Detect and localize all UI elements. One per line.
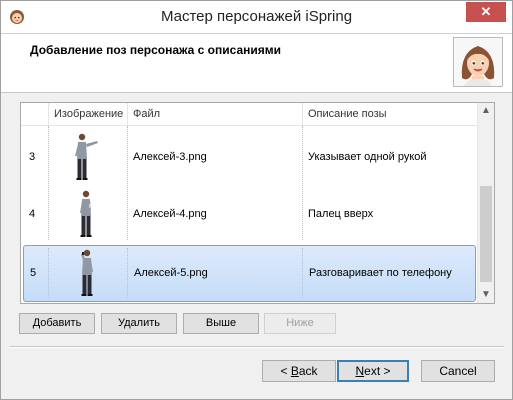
back-button-label: ack (298, 364, 318, 378)
delete-pose-button[interactable]: Удалить (101, 313, 177, 334)
scrollbar-thumb[interactable] (480, 186, 492, 282)
column-header-description[interactable]: Описание позы (308, 108, 387, 120)
column-header-file[interactable]: Файл (133, 108, 160, 120)
poses-table[interactable]: Изображение Файл Описание позы 3 Алексей… (20, 102, 495, 304)
back-button-mnemonic: B (290, 364, 299, 378)
title-bar: Мастер персонажей iSpring ✕ (1, 1, 512, 34)
footer-divider (9, 346, 504, 348)
row-number: 5 (30, 267, 37, 279)
row-file-name: Алексей-3.png (133, 151, 207, 163)
table-row-selected[interactable]: 5 Алексей-5.png Разговаривает по телефон… (23, 245, 476, 302)
next-button-label: ext > (364, 364, 391, 378)
window-title: Мастер персонажей iSpring (160, 8, 353, 25)
column-header-image[interactable]: Изображение (54, 108, 123, 120)
wizard-header: Добавление поз персонажа с описаниями (1, 34, 512, 93)
back-button-prefix: < (280, 364, 291, 378)
column-divider (127, 248, 128, 298)
close-icon: ✕ (480, 4, 492, 19)
next-button[interactable]: Next > (337, 360, 409, 382)
row-pose-description: Разговаривает по телефону (309, 267, 452, 279)
add-pose-button[interactable]: Добавить (19, 313, 95, 334)
column-divider (48, 248, 49, 298)
female-character-avatar-icon (453, 37, 503, 87)
row-file-name: Алексей-5.png (134, 267, 208, 279)
scroll-down-arrow-icon[interactable]: ▼ (478, 287, 494, 303)
character-pose-thumbnail (81, 249, 93, 296)
back-button[interactable]: < Back (262, 360, 336, 382)
character-pose-thumbnail (80, 190, 92, 237)
column-divider[interactable] (127, 103, 128, 125)
row-pose-description: Указывает одной рукой (308, 151, 427, 163)
table-row[interactable]: 4 Алексей-4.png Палец вверх (21, 186, 478, 243)
wizard-window: Мастер персонажей iSpring ✕ Добавление п… (0, 0, 513, 400)
column-divider[interactable] (48, 103, 49, 125)
close-button[interactable]: ✕ (466, 2, 506, 22)
vertical-scrollbar[interactable]: ▲ ▼ (477, 103, 494, 303)
row-pose-description: Палец вверх (308, 208, 374, 220)
row-file-name: Алексей-4.png (133, 208, 207, 220)
column-divider[interactable] (302, 103, 303, 125)
next-button-mnemonic: N (355, 364, 365, 378)
row-number: 4 (29, 208, 36, 220)
column-divider (302, 248, 303, 298)
table-header: Изображение Файл Описание позы (21, 103, 478, 126)
character-pose-thumbnail (75, 133, 98, 180)
table-row[interactable]: 3 Алексей-3.png Указывает одной рукой (21, 129, 478, 186)
row-number: 3 (29, 151, 36, 163)
cancel-button[interactable]: Cancel (421, 360, 495, 382)
move-down-button[interactable]: Ниже (264, 313, 336, 334)
move-up-button[interactable]: Выше (183, 313, 259, 334)
page-title: Добавление поз персонажа с описаниями (30, 43, 281, 57)
scroll-up-arrow-icon[interactable]: ▲ (478, 103, 494, 119)
